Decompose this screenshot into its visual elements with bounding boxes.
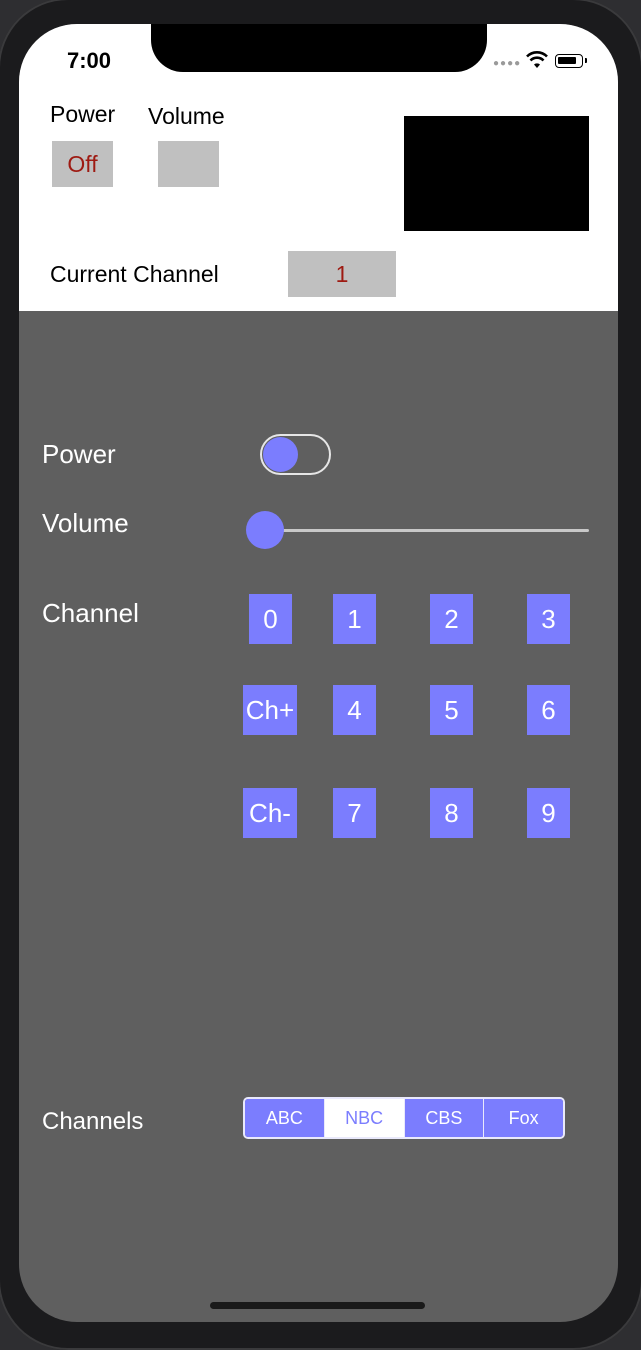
current-channel-value: 1 bbox=[288, 251, 396, 297]
volume-control-label: Volume bbox=[42, 508, 129, 538]
power-control-label: Power bbox=[42, 439, 116, 469]
volume-label: Volume bbox=[148, 103, 225, 129]
volume-status-value bbox=[158, 141, 219, 187]
channel-key-2[interactable]: 2 bbox=[430, 594, 473, 644]
channel-key-6[interactable]: 6 bbox=[527, 685, 570, 735]
channel-key-1[interactable]: 1 bbox=[333, 594, 376, 644]
channel-control-label: Channel bbox=[42, 598, 139, 628]
cellular-signal-icon: ●●●● bbox=[493, 58, 522, 69]
current-channel-label: Current Channel bbox=[50, 261, 219, 287]
power-label: Power bbox=[50, 101, 116, 127]
channel-key-9[interactable]: 9 bbox=[527, 788, 570, 838]
home-indicator[interactable] bbox=[210, 1302, 425, 1309]
volume-slider-thumb[interactable] bbox=[246, 511, 284, 549]
channel-key-5[interactable]: 5 bbox=[430, 685, 473, 735]
channel-key-7[interactable]: 7 bbox=[333, 788, 376, 838]
channel-key-3[interactable]: 3 bbox=[527, 594, 570, 644]
wifi-icon bbox=[525, 50, 549, 75]
segment-nbc[interactable]: NBC bbox=[324, 1099, 405, 1137]
power-status-value: Off bbox=[52, 141, 113, 187]
tv-preview bbox=[404, 116, 589, 231]
channels-label: Channels bbox=[42, 1108, 144, 1135]
channel-segmented-control: ABC NBC CBS Fox bbox=[243, 1097, 565, 1139]
segment-abc[interactable]: ABC bbox=[245, 1099, 325, 1137]
power-switch[interactable] bbox=[260, 434, 331, 475]
notch bbox=[151, 24, 487, 72]
power-switch-knob bbox=[263, 437, 298, 472]
channel-key-0[interactable]: 0 bbox=[249, 594, 292, 644]
status-icons: ●●●● bbox=[493, 50, 593, 72]
segment-fox[interactable]: Fox bbox=[484, 1099, 563, 1137]
channel-up-button[interactable]: Ch+ bbox=[243, 685, 297, 735]
tv-status-panel: 7:00 ●●●● Power Volume Off Current Chann… bbox=[19, 24, 618, 311]
segment-cbs[interactable]: CBS bbox=[404, 1099, 485, 1137]
channel-down-button[interactable]: Ch- bbox=[243, 788, 297, 838]
channel-key-4[interactable]: 4 bbox=[333, 685, 376, 735]
battery-icon bbox=[555, 54, 587, 68]
volume-slider-track[interactable] bbox=[265, 529, 589, 532]
phone-screen: 7:00 ●●●● Power Volume Off Current Chann… bbox=[19, 24, 618, 1322]
status-time: 7:00 bbox=[67, 48, 112, 73]
channel-key-8[interactable]: 8 bbox=[430, 788, 473, 838]
